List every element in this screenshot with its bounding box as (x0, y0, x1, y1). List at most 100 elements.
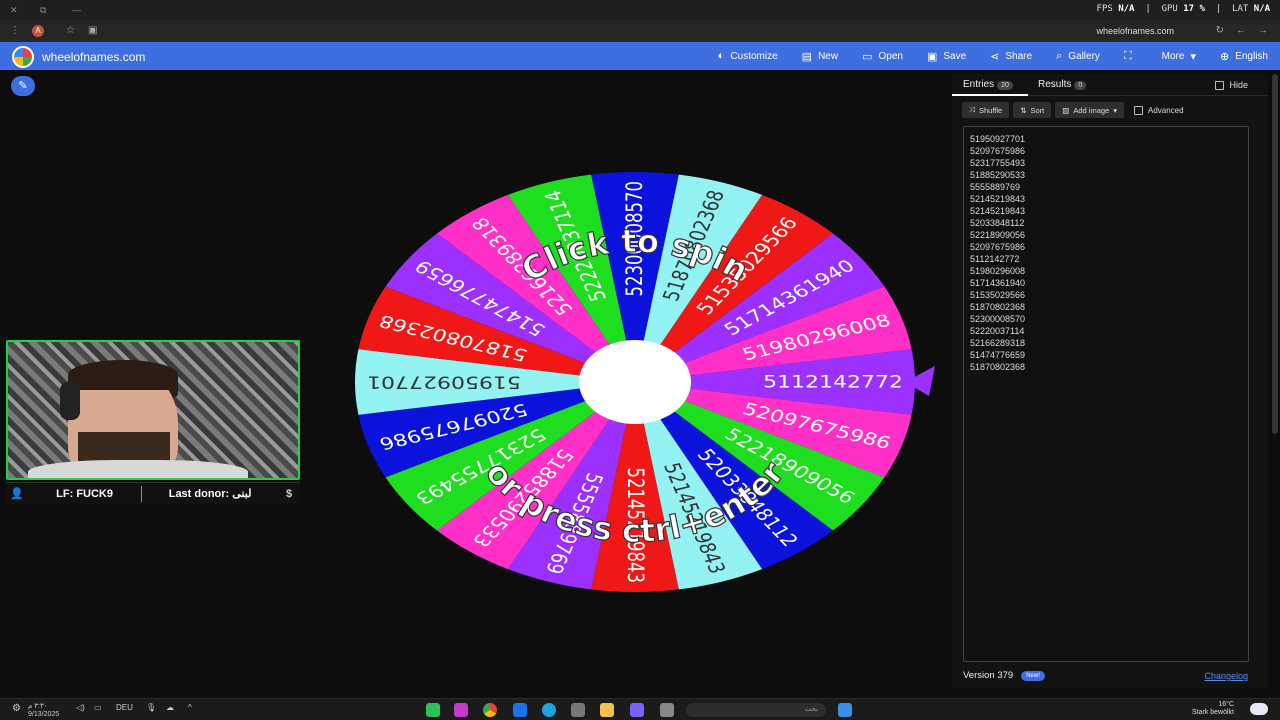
entry-line: 52218909056 (970, 230, 1026, 240)
taskbar-search[interactable]: بحث (686, 703, 826, 717)
chevron-down-icon: ▾ (1113, 105, 1117, 115)
mail-icon[interactable] (513, 703, 527, 717)
entry-line: 52097675986 (970, 242, 1026, 252)
restore-icon[interactable]: ⧉ (40, 5, 46, 16)
gpu-label: GPU (1161, 4, 1178, 14)
entry-line: 51950927701 (970, 134, 1026, 144)
menu-fullscreen-button[interactable]: ⛶ (1112, 42, 1150, 70)
spin-wheel[interactable]: 5112142772520976759865221890905652033848… (330, 160, 950, 610)
webcam-feed (6, 340, 300, 480)
user-icon: 👤 (10, 488, 24, 500)
top-menu: ◐ Customize ▤ New ▭ Open ▣ Save ⋖ Share ⌕ Gallery ⛶ M… (706, 42, 1280, 70)
weather-widget[interactable]: 16°C Stark bewölkt (1192, 701, 1234, 717)
app-header: wheelofnames.com ◐ Customize ▤ New ▭ Open ▣ Sav… (0, 42, 1280, 70)
page-scrollbar[interactable] (1272, 74, 1278, 434)
entry-line: 52145219843 (970, 194, 1026, 204)
menu-more-button[interactable]: More ▾ (1150, 42, 1208, 70)
dollar-icon: $ (285, 487, 293, 500)
back-icon[interactable]: ← (1236, 25, 1246, 36)
store-icon[interactable] (571, 703, 585, 717)
reload-icon[interactable]: ↻ (1216, 25, 1224, 36)
edit-pencil-button[interactable]: ✎ (11, 76, 35, 96)
entry-line: 5112142772 (970, 254, 1020, 264)
star-icon[interactable]: ☆ (66, 25, 75, 36)
advanced-checkbox[interactable] (1134, 105, 1143, 115)
entry-line: 51535029566 (970, 290, 1026, 300)
brand-name[interactable]: wheelofnames.com (42, 50, 145, 64)
menu-share-button[interactable]: ⋖ Share (978, 42, 1044, 70)
entry-line: 51870802368 (970, 362, 1026, 372)
file-explorer-icon[interactable] (600, 703, 614, 717)
lf-text: LF: FUCK9 (56, 487, 113, 500)
settings-icon[interactable]: ⚙ (12, 703, 21, 714)
entries-panel: Entries 20 Results 0 Hide ⤨ Shuffle ⇅ Sort ▨… (952, 74, 1268, 688)
entry-line: 52097675986 (970, 146, 1026, 156)
edge-icon[interactable] (542, 703, 556, 717)
address-bar-url[interactable]: wheelofnames.com (1096, 26, 1174, 36)
mic-icon[interactable]: 🎙 (146, 703, 156, 712)
entry-line: 51870802368 (970, 302, 1026, 312)
app-icon-purple[interactable] (454, 703, 468, 717)
entry-line: 52166289318 (970, 338, 1026, 348)
panel-tabs: Entries 20 Results 0 Hide (952, 74, 1268, 96)
file-icon: ▤ (801, 50, 813, 63)
menu-customize-button[interactable]: ◐ Customize (706, 42, 790, 70)
fps-label: FPS (1096, 4, 1113, 14)
wheel-center[interactable] (579, 340, 691, 424)
shuffle-button[interactable]: ⤨ Shuffle (962, 102, 1010, 118)
image-icon: ▨ (1062, 105, 1070, 115)
menu-save-button[interactable]: ▣ Save (915, 42, 978, 70)
entry-line: 52300008570 (970, 314, 1026, 324)
taskview-icon[interactable] (660, 703, 674, 717)
lat-value: N/A (1253, 4, 1270, 14)
forward-icon[interactable]: → (1258, 25, 1268, 36)
performance-overlay: FPS N/A | GPU 17 % | LAT N/A (1096, 4, 1270, 14)
wheel-logo-icon[interactable] (12, 46, 34, 68)
volume-icon[interactable]: ◁) (76, 703, 85, 712)
sort-button[interactable]: ⇅ Sort (1013, 102, 1052, 118)
entries-textarea[interactable]: 51950927701 52097675986 52317755493 5188529… (963, 126, 1249, 662)
chevron-up-icon[interactable]: ^ (188, 703, 192, 712)
changelog-link[interactable]: Changelog (1204, 671, 1248, 681)
entries-count-badge: 20 (997, 81, 1013, 90)
cloud-icon[interactable]: ☁ (166, 703, 174, 712)
entry-line: 51885290533 (970, 170, 1026, 180)
entry-line: 52317755493 (970, 158, 1026, 168)
globe-icon: ⊕ (1219, 50, 1230, 63)
network-icon[interactable]: ▭ (94, 703, 102, 712)
chrome-icon[interactable] (483, 703, 497, 717)
menu-new-button[interactable]: ▤ New (790, 42, 850, 70)
minimize-icon[interactable]: — (72, 5, 81, 15)
profile-avatar[interactable]: A (32, 25, 44, 37)
windows-start-icon[interactable] (838, 703, 852, 717)
fps-value: N/A (1118, 4, 1135, 14)
language-indicator[interactable]: DEU (116, 703, 133, 712)
entry-line: 51980296008 (970, 266, 1026, 276)
fullscreen-icon: ⛶ (1123, 49, 1132, 62)
wheel-segment-label: 51950927701 (367, 373, 521, 393)
app-icon-violet[interactable] (630, 703, 644, 717)
app-icon-green[interactable] (426, 703, 440, 717)
window-titlebar: ✕ ⧉ — FPS N/A | GPU 17 % | LAT N/A (0, 0, 1280, 20)
tab-results[interactable]: Results 0 (1038, 79, 1087, 90)
entry-line: 5555889769 (970, 182, 1021, 192)
hide-checkbox[interactable] (1215, 80, 1225, 90)
hide-toggle[interactable]: Hide (1215, 80, 1248, 90)
advanced-toggle[interactable]: Advanced (1134, 102, 1184, 118)
browser-toolbar: ⋮ A ☆ ▣ wheelofnames.com ↻ ← → (0, 20, 1280, 42)
close-icon[interactable]: ✕ (10, 5, 18, 16)
gpu-value: 17 % (1183, 4, 1205, 14)
tab-entries[interactable]: Entries 20 (963, 79, 1013, 90)
menu-dots-icon[interactable]: ⋮ (10, 25, 20, 36)
menu-open-button[interactable]: ▭ Open (850, 42, 915, 70)
shuffle-icon: ⤨ (969, 105, 975, 114)
version-info: Version 379 New! (963, 670, 1045, 681)
entry-line: 52145219843 (970, 206, 1026, 216)
add-image-button[interactable]: ▨ Add image ▾ (1055, 102, 1124, 118)
entry-line: 51714361940 (970, 278, 1026, 288)
extension-icon[interactable]: ▣ (88, 25, 97, 36)
menu-english-button[interactable]: ⊕ English (1208, 42, 1280, 70)
folder-icon: ▭ (862, 50, 873, 63)
clock[interactable]: ٣:٣٠ م 9/13/2025 (28, 703, 59, 719)
menu-gallery-button[interactable]: ⌕ Gallery (1044, 42, 1112, 70)
